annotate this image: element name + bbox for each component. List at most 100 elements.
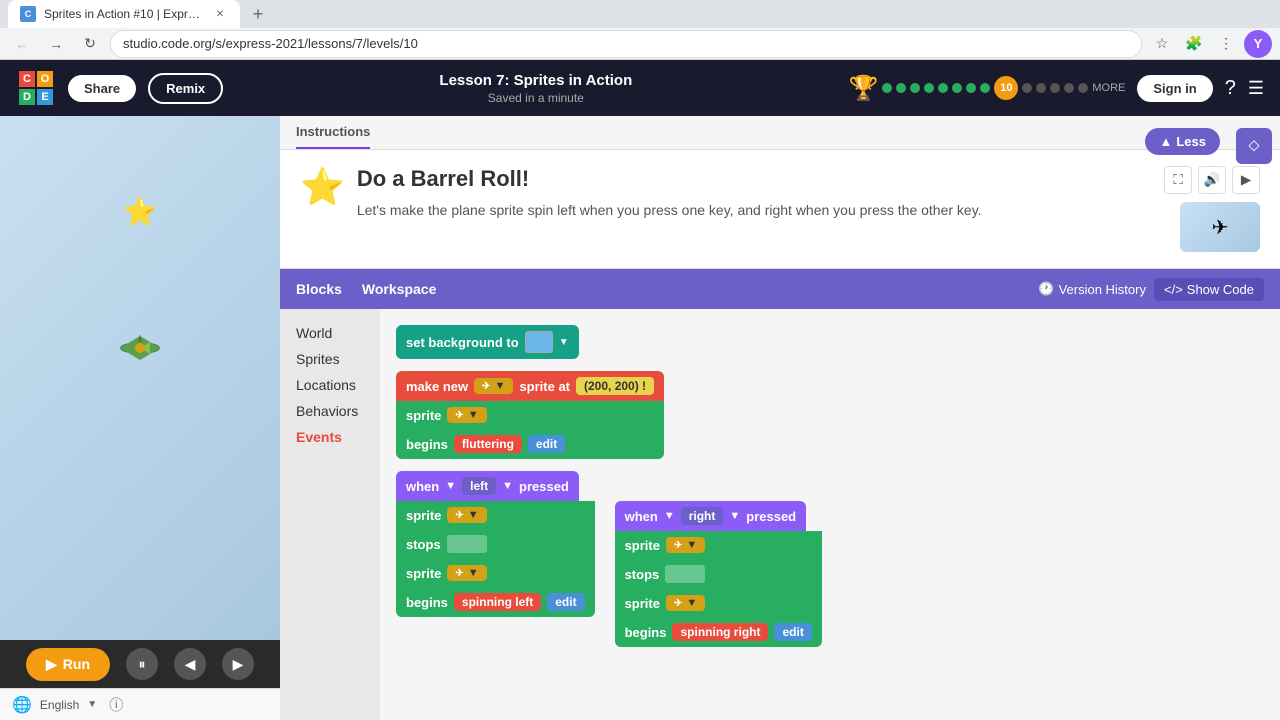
set-background-block[interactable]: set background to ▼ [396,325,579,359]
logo: C O D E [16,68,56,108]
address-bar[interactable] [110,30,1142,58]
category-sprites[interactable]: Sprites [288,347,372,371]
category-behaviors[interactable]: Behaviors [288,399,372,423]
right-event-body: sprite ✈ ▼ stops [615,531,822,647]
make-new-block[interactable]: make new ✈ ▼ sprite at (200, 200) ! [396,371,664,401]
begins-fluttering-block[interactable]: begins fluttering edit [396,429,664,459]
show-code-label: Show Code [1187,282,1254,297]
events-row: when ▼ left ▼ pressed sprite [396,471,1264,647]
logo-d: D [19,89,35,105]
dot-11 [1036,83,1046,93]
pause-button[interactable]: ⏸ [126,648,158,680]
sprite-block-1[interactable]: sprite ✈ ▼ [396,401,664,429]
logo-e: E [37,89,53,105]
extension-button[interactable]: 🧩 [1180,30,1208,58]
back-button[interactable]: ← [8,30,36,58]
sprite-chip-3[interactable]: ✈ ▼ [447,565,486,581]
profile-button[interactable]: Y [1244,30,1272,58]
begins-spinning-left-block[interactable]: begins spinning left edit [396,587,595,617]
expand-screen-button[interactable]: ⛶ [1164,166,1192,194]
bookmark-button[interactable]: ☆ [1148,30,1176,58]
trophy-icon: 🏆 [849,74,879,103]
edit-chip-2[interactable]: edit [547,593,584,611]
stops-block-1[interactable]: stops [396,529,595,559]
dot-6 [952,83,962,93]
stops-block-2[interactable]: stops [615,559,822,589]
sprite-chip-2[interactable]: ✈ ▼ [447,507,486,523]
color-picker[interactable] [525,331,553,353]
refresh-button[interactable]: ↻ [76,30,104,58]
sprite-block-4[interactable]: sprite ✈ ▼ [615,531,822,559]
dot-7 [966,83,976,93]
plane-icon-2: ✈ [455,410,463,421]
play-video-button[interactable]: ▶ [1232,166,1260,194]
when-right-block[interactable]: when ▼ right ▼ pressed [615,501,807,531]
sprite-block-5[interactable]: sprite ✈ ▼ [615,589,822,617]
pause-icon: ⏸ [139,656,146,673]
toolbar-actions: ☆ 🧩 ⋮ Y [1148,30,1272,58]
sprite-plane [110,328,170,376]
lesson-info: Lesson 7: Sprites in Action Saved in a m… [235,72,836,105]
run-label: Run [63,656,90,672]
sprite-chip-5[interactable]: ✈ ▼ [666,595,705,611]
back-icon: ◀ [185,656,196,673]
when-left-block[interactable]: when ▼ left ▼ pressed [396,471,579,501]
less-button[interactable]: ▲ Less [1145,128,1220,155]
run-icon: ▶ [46,656,57,673]
forward-button[interactable]: → [42,30,70,58]
run-button[interactable]: ▶ Run [26,648,110,681]
blocks-panel: World Sprites Locations Behaviors Events [280,309,380,720]
begins-spinning-right-block[interactable]: begins spinning right edit [615,617,822,647]
new-tab-button[interactable]: + [244,0,272,28]
category-world[interactable]: World [288,321,372,345]
saved-status: Saved in a minute [235,91,836,105]
version-history-button[interactable]: 🕐 Version History [1038,278,1146,301]
back-control-button[interactable]: ◀ [174,648,206,680]
sprite-chip-4[interactable]: ✈ ▼ [666,537,705,553]
tab-close-button[interactable]: ✕ [212,6,228,22]
workspace-sections: Blocks Workspace [296,281,436,297]
version-history-label: Version History [1059,282,1146,297]
dot-14 [1078,83,1088,93]
menu-button[interactable]: ☰ [1248,78,1264,99]
workspace-actions: 🕐 Version History </> Show Code [1038,278,1264,301]
show-code-button[interactable]: </> Show Code [1154,278,1264,301]
audio-button[interactable]: 🔊 [1198,166,1226,194]
left-key-chip: left [462,477,496,495]
sign-in-button[interactable]: Sign in [1137,75,1212,102]
workspace-section: Blocks Workspace 🕐 Version History </> S… [280,269,1280,720]
empty-slot-1 [447,535,487,553]
code-icon: </> [1164,282,1183,297]
info-icon: ⓘ [109,695,123,715]
category-events[interactable]: Events [288,425,372,449]
edit-chip-1[interactable]: edit [528,435,565,453]
language-selector[interactable]: English [40,698,79,712]
dot-3 [910,83,920,93]
dot-4 [924,83,934,93]
thumb-icon: ✈ [1212,215,1229,240]
edit-chip-3[interactable]: edit [774,623,811,641]
dot-12 [1050,83,1060,93]
sprite-block-2[interactable]: sprite ✈ ▼ [396,501,595,529]
sprite-block-3[interactable]: sprite ✈ ▼ [396,559,595,587]
instruction-title: Do a Barrel Roll! [357,166,982,192]
category-locations[interactable]: Locations [288,373,372,397]
forward-control-button[interactable]: ▶ [222,648,254,680]
share-button[interactable]: Share [68,75,136,102]
sprite-selector-1[interactable]: ✈ ▼ [474,378,513,394]
preview-footer: 🌐 English ▼ ⓘ [0,688,280,720]
settings-button[interactable]: ⋮ [1212,30,1240,58]
browser-tab[interactable]: C Sprites in Action #10 | Express C... ✕ [8,0,240,28]
main-layout: ⭐ ▶ Run ⏸ ◀ [0,116,1280,720]
tab-title: Sprites in Action #10 | Express C... [44,7,204,21]
clock-icon: 🕐 [1038,281,1054,297]
sprite-chip-1[interactable]: ✈ ▼ [447,407,486,423]
help-button[interactable]: ? [1225,77,1236,100]
expand-button[interactable]: ⬦ [1236,128,1272,164]
remix-button[interactable]: Remix [148,73,223,104]
coordinate-chip[interactable]: (200, 200) ! [576,377,654,395]
instructions-content: ⭐ Do a Barrel Roll! Let's make the plane… [300,166,1152,252]
chevron-down-icon: ▼ [87,699,97,710]
instructions-tab-label[interactable]: Instructions [296,116,370,149]
instructions-panel: Instructions ⭐ Do a Barrel Roll! Let's m… [280,116,1280,269]
